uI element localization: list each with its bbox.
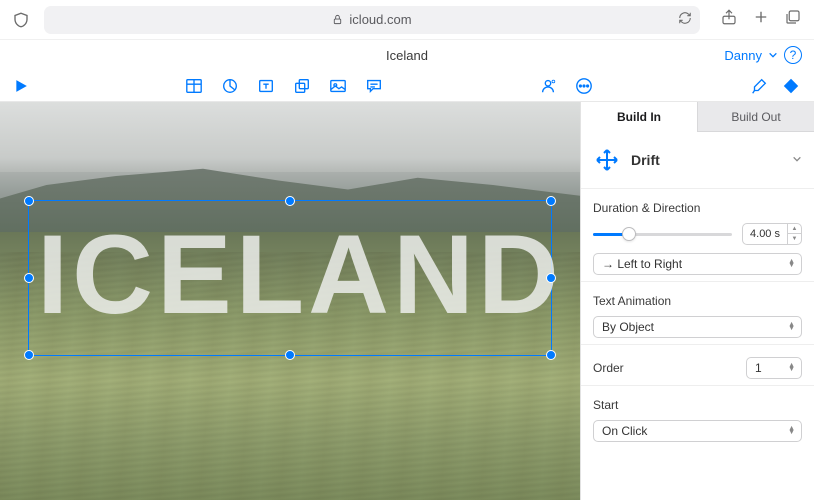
more-icon[interactable] xyxy=(575,77,593,95)
collaborate-icon[interactable] xyxy=(539,77,557,95)
inspector-tabs: Build In Build Out xyxy=(581,102,814,132)
privacy-shield-icon[interactable] xyxy=(12,11,30,29)
toolbar xyxy=(0,70,814,102)
text-animation-label: Text Animation xyxy=(593,294,802,308)
animate-icon[interactable] xyxy=(782,77,800,95)
media-icon[interactable] xyxy=(329,77,347,95)
drift-icon xyxy=(593,146,621,174)
text-icon[interactable] xyxy=(257,77,275,95)
order-select[interactable]: 1 ▲▼ xyxy=(746,357,802,379)
direction-select[interactable]: → Left to Right ▲▼ xyxy=(593,253,802,275)
start-label: Start xyxy=(593,398,802,412)
resize-handle[interactable] xyxy=(285,196,295,206)
tabs-icon[interactable] xyxy=(784,8,802,31)
tab-build-in[interactable]: Build In xyxy=(581,102,698,132)
inspector-panel: Build In Build Out Drift Duration & Dire… xyxy=(580,102,814,500)
slide-canvas[interactable]: ICELAND xyxy=(0,102,580,500)
refresh-icon[interactable] xyxy=(678,11,692,28)
order-label: Order xyxy=(593,361,624,375)
text-animation-panel: Text Animation By Object ▲▼ xyxy=(581,282,814,345)
duration-stepper[interactable]: ▲▼ xyxy=(787,224,801,244)
browser-bar: icloud.com xyxy=(0,0,814,40)
start-panel: Start On Click ▲▼ xyxy=(581,386,814,448)
order-panel: Order 1 ▲▼ xyxy=(581,345,814,386)
url-text: icloud.com xyxy=(349,12,411,27)
caret-icon: ▲▼ xyxy=(788,260,795,268)
resize-handle[interactable] xyxy=(285,350,295,360)
chevron-down-icon xyxy=(792,153,802,167)
chevron-down-icon[interactable] xyxy=(768,50,778,60)
share-icon[interactable] xyxy=(720,8,738,31)
resize-handle[interactable] xyxy=(24,273,34,283)
resize-handle[interactable] xyxy=(24,350,34,360)
comment-icon[interactable] xyxy=(365,77,383,95)
table-icon[interactable] xyxy=(185,77,203,95)
document-title: Iceland xyxy=(386,48,428,63)
caret-icon: ▲▼ xyxy=(788,427,795,435)
play-button[interactable] xyxy=(14,79,28,93)
duration-slider[interactable] xyxy=(593,233,732,236)
help-icon[interactable]: ? xyxy=(784,46,802,64)
duration-panel: Duration & Direction 4.00 s ▲▼ → Left to… xyxy=(581,189,814,282)
resize-handle[interactable] xyxy=(546,350,556,360)
slide-title-text[interactable]: ICELAND xyxy=(37,219,543,331)
title-bar: Iceland Danny ? xyxy=(0,40,814,70)
caret-icon: ▲▼ xyxy=(788,364,795,372)
duration-input[interactable]: 4.00 s ▲▼ xyxy=(742,223,802,245)
start-select[interactable]: On Click ▲▼ xyxy=(593,420,802,442)
caret-icon: ▲▼ xyxy=(788,323,795,331)
url-bar[interactable]: icloud.com xyxy=(44,6,700,34)
resize-handle[interactable] xyxy=(24,196,34,206)
text-animation-select[interactable]: By Object ▲▼ xyxy=(593,316,802,338)
effect-selector[interactable]: Drift xyxy=(581,132,814,189)
new-tab-icon[interactable] xyxy=(752,8,770,31)
lock-icon xyxy=(332,14,343,25)
duration-label: Duration & Direction xyxy=(593,201,802,215)
format-brush-icon[interactable] xyxy=(750,77,768,95)
browser-actions xyxy=(720,8,802,31)
user-menu[interactable]: Danny xyxy=(724,48,762,63)
resize-handle[interactable] xyxy=(546,273,556,283)
tab-build-out[interactable]: Build Out xyxy=(698,102,814,132)
chart-icon[interactable] xyxy=(221,77,239,95)
text-selection-box[interactable]: ICELAND xyxy=(28,200,552,356)
shape-icon[interactable] xyxy=(293,77,311,95)
resize-handle[interactable] xyxy=(546,196,556,206)
effect-name: Drift xyxy=(631,152,660,168)
